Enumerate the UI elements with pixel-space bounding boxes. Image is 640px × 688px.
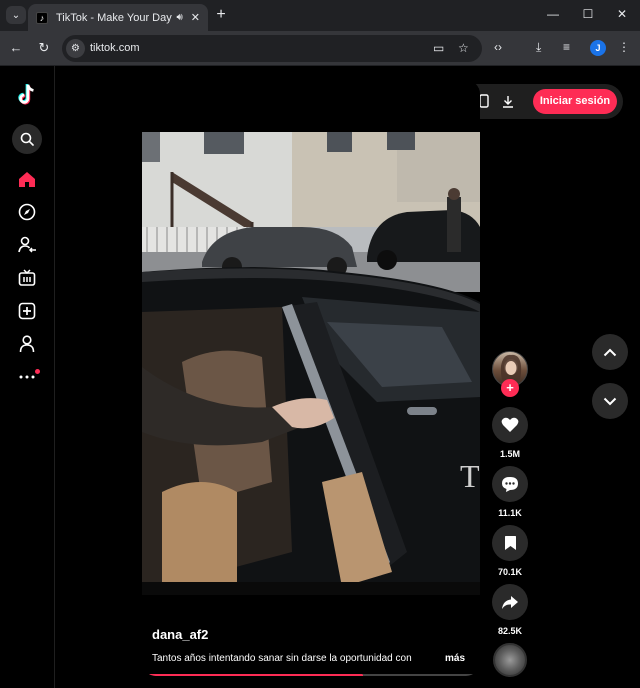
sidebar-item-home[interactable] bbox=[14, 166, 40, 192]
tab-search-button[interactable]: ⌄ bbox=[6, 6, 26, 24]
sidebar-item-more[interactable] bbox=[14, 363, 40, 389]
next-video-button[interactable] bbox=[592, 383, 628, 419]
more-icon bbox=[19, 375, 35, 379]
video-progress-fill bbox=[148, 674, 364, 676]
notification-dot bbox=[35, 369, 40, 374]
video-caption: Tantos años intentando sanar sin darse l… bbox=[152, 653, 412, 664]
tab-title: TikTok - Make Your Day bbox=[56, 11, 172, 24]
chevron-down-icon bbox=[603, 397, 617, 405]
share-button[interactable] bbox=[492, 584, 528, 620]
browser-tab[interactable]: ♪ TikTok - Make Your Day 🔊︎ ✕ bbox=[28, 4, 208, 31]
share-count: 82.5K bbox=[497, 626, 523, 636]
reload-button[interactable]: ↻ bbox=[36, 40, 52, 56]
sidebar-item-profile[interactable] bbox=[14, 331, 40, 357]
compass-icon bbox=[18, 203, 36, 221]
sidebar-item-explore[interactable] bbox=[14, 199, 40, 225]
tiktok-favicon-icon: ♪ bbox=[36, 11, 48, 24]
code-icon[interactable]: ‹› bbox=[494, 40, 502, 54]
sidebar-item-following[interactable] bbox=[14, 232, 40, 258]
profile-icon bbox=[19, 335, 35, 353]
speaker-icon[interactable]: 🔊︎ bbox=[176, 12, 182, 23]
like-button[interactable] bbox=[492, 407, 528, 443]
video-actions: + 1.5M 11.1K 70.1K 82.5K bbox=[490, 66, 530, 688]
search-icon bbox=[20, 132, 34, 146]
cast-icon[interactable]: ▭ bbox=[433, 41, 444, 55]
reading-list-icon[interactable]: ≡ bbox=[563, 40, 570, 54]
video-info: dana_af2 Tantos años intentando sanar si… bbox=[142, 595, 480, 676]
plus-square-icon bbox=[18, 302, 36, 320]
live-tv-icon bbox=[18, 269, 36, 286]
home-icon bbox=[19, 171, 35, 187]
svg-text:T: T bbox=[460, 458, 480, 494]
video-progress-bar[interactable] bbox=[148, 674, 474, 676]
previous-video-button[interactable] bbox=[592, 334, 628, 370]
sidebar bbox=[0, 66, 55, 688]
url-text[interactable]: tiktok.com bbox=[90, 42, 140, 54]
minimize-button[interactable]: — bbox=[545, 7, 561, 21]
bookmark-star-icon[interactable]: ☆ bbox=[458, 41, 469, 55]
downloads-icon[interactable]: ⤓ bbox=[536, 40, 541, 55]
bookmark-icon bbox=[504, 536, 516, 550]
browser-tab-bar: ⌄ ♪ TikTok - Make Your Day 🔊︎ ✕ + — ☐ ✕ bbox=[0, 0, 640, 31]
close-window-button[interactable]: ✕ bbox=[614, 7, 630, 21]
back-button[interactable]: ← bbox=[8, 40, 24, 56]
following-icon bbox=[17, 236, 36, 253]
profile-avatar[interactable]: J bbox=[590, 40, 606, 56]
site-info-icon[interactable]: ⚙ bbox=[66, 39, 85, 58]
browser-toolbar: ← ↻ ⚙ tiktok.com ▭ ☆ ‹› ⤓ ≡ J ⋮ bbox=[0, 31, 640, 66]
tiktok-page: Iniciar sesión T dana_af2 Tantos años in… bbox=[0, 66, 640, 688]
tab-close-icon[interactable]: ✕ bbox=[191, 11, 200, 24]
maximize-button[interactable]: ☐ bbox=[580, 7, 596, 21]
comment-button[interactable] bbox=[492, 466, 528, 502]
save-count: 70.1K bbox=[497, 567, 523, 577]
new-tab-button[interactable]: + bbox=[212, 6, 230, 24]
video-image: T bbox=[142, 132, 480, 595]
follow-button[interactable]: + bbox=[501, 379, 519, 397]
share-arrow-icon bbox=[502, 595, 518, 609]
sidebar-item-live[interactable] bbox=[14, 265, 40, 291]
video-player[interactable]: T dana_af2 Tantos años intentando sanar … bbox=[142, 80, 480, 676]
comment-icon bbox=[502, 476, 518, 492]
sidebar-item-search[interactable] bbox=[12, 124, 42, 154]
address-bar[interactable]: ⚙ tiktok.com ▭ ☆ bbox=[62, 35, 482, 62]
tiktok-logo-icon[interactable] bbox=[16, 83, 38, 107]
sidebar-item-upload[interactable] bbox=[14, 298, 40, 324]
comment-count: 11.1K bbox=[498, 508, 522, 518]
caption-more-button[interactable]: más bbox=[445, 653, 465, 664]
heart-icon bbox=[501, 417, 519, 432]
save-button[interactable] bbox=[492, 525, 528, 561]
video-username[interactable]: dana_af2 bbox=[152, 627, 208, 642]
chevron-up-icon bbox=[603, 348, 617, 356]
login-button[interactable]: Iniciar sesión bbox=[533, 89, 617, 114]
browser-menu-icon[interactable]: ⋮ bbox=[618, 40, 630, 54]
video-frame[interactable]: T bbox=[142, 132, 480, 595]
sound-disc[interactable] bbox=[493, 643, 527, 677]
like-count: 1.5M bbox=[499, 449, 520, 459]
